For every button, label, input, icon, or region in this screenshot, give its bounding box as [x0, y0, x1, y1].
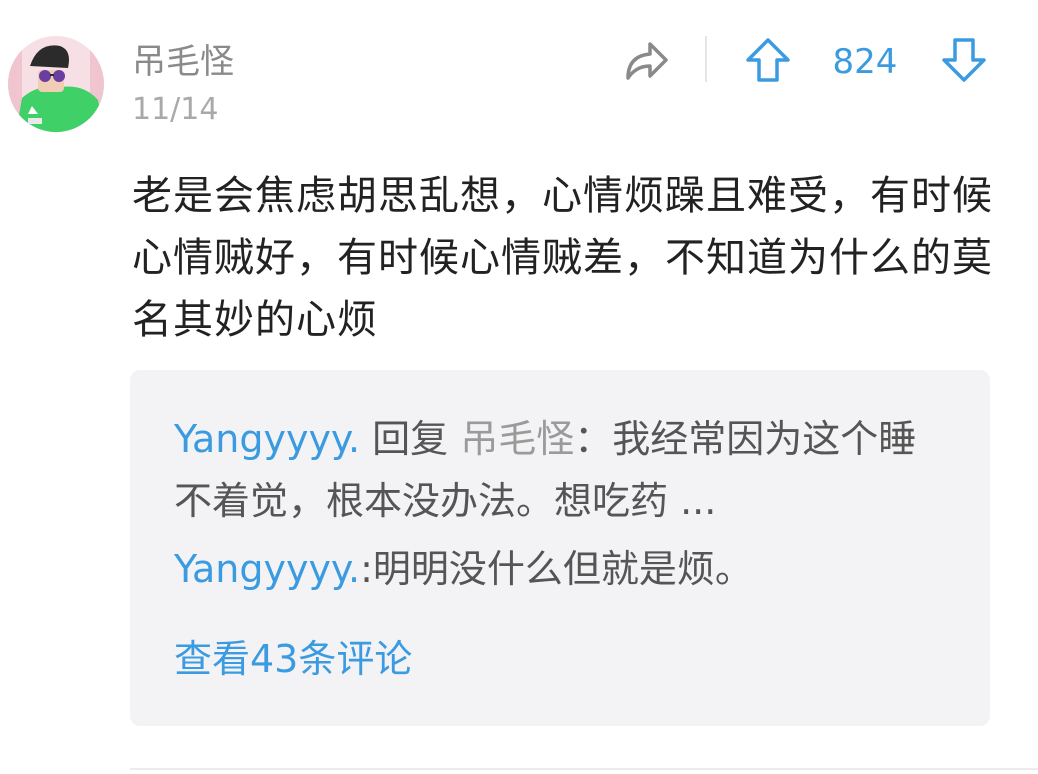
reply-item[interactable]: Yangyyyy.:明明没什么但就是烦。 [174, 538, 954, 600]
comment-date: 11/14 [132, 92, 219, 127]
arrow-down-icon[interactable] [940, 36, 988, 84]
reply-item[interactable]: Yangyyyy. 回复 吊毛怪：我经常因为这个睡不着觉，根本没办法。想吃药 .… [174, 408, 954, 532]
reply-target[interactable]: 吊毛怪 [460, 417, 574, 461]
reply-text: :明明没什么但就是烦。 [360, 547, 753, 591]
reply-word: 回复 [360, 417, 461, 461]
reply-author[interactable]: Yangyyyy. [174, 547, 360, 591]
comment-card: 吊毛怪 11/14 824 老是会焦虑胡思乱想，心情烦躁且难受，有时候心情贼好，… [0, 0, 1038, 774]
replies-panel: Yangyyyy. 回复 吊毛怪：我经常因为这个睡不着觉，根本没办法。想吃药 .… [130, 370, 990, 726]
view-all-comments-link[interactable]: 查看43条评论 [174, 628, 412, 690]
vote-count: 824 [832, 42, 898, 82]
avatar[interactable] [8, 36, 104, 132]
share-icon[interactable] [622, 38, 670, 82]
header-divider [705, 36, 707, 82]
reply-author[interactable]: Yangyyyy. [174, 417, 360, 461]
username[interactable]: 吊毛怪 [132, 40, 234, 84]
comment-body: 老是会焦虑胡思乱想，心情烦躁且难受，有时候心情贼好，有时候心情贼差，不知道为什么… [132, 173, 993, 343]
bottom-divider [130, 768, 1038, 770]
arrow-up-icon[interactable] [744, 36, 792, 84]
